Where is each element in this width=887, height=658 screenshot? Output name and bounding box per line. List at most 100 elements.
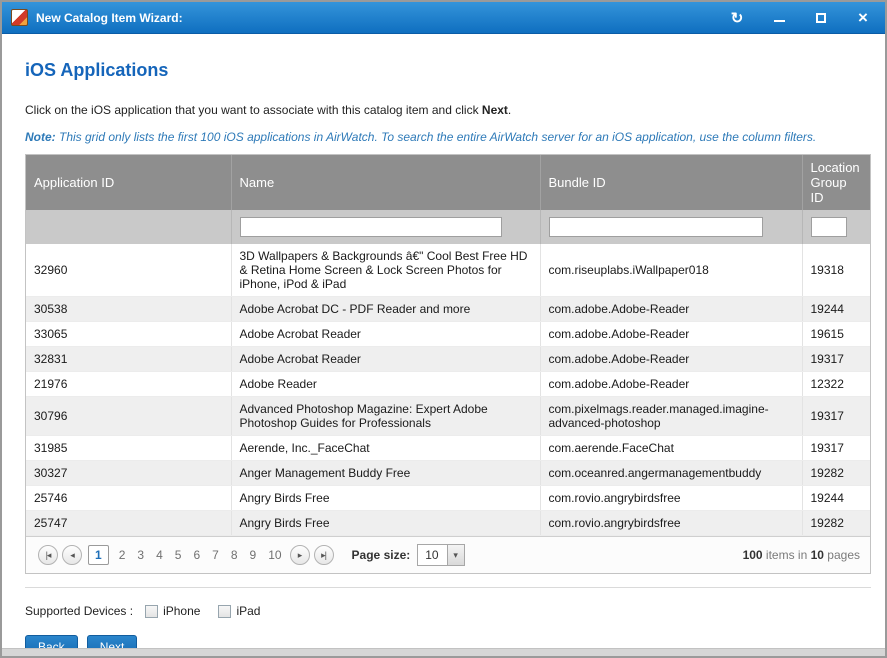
wizard-window: New Catalog Item Wizard: ↻ × iOS Applica… bbox=[0, 0, 887, 658]
iphone-label: iPhone bbox=[163, 604, 200, 618]
table-row[interactable]: 25747 Angry Birds Free com.rovio.angrybi… bbox=[26, 511, 870, 536]
page-title: iOS Applications bbox=[25, 60, 871, 81]
ipad-option: iPad bbox=[218, 604, 260, 618]
table-row[interactable]: 30796 Advanced Photoshop Magazine: Exper… bbox=[26, 397, 870, 436]
name-filter-input[interactable] bbox=[240, 217, 502, 237]
cell-application-id: 25746 bbox=[26, 486, 231, 511]
column-header-application-id[interactable]: Application ID bbox=[26, 155, 231, 210]
cell-application-id: 33065 bbox=[26, 322, 231, 347]
ipad-label: iPad bbox=[236, 604, 260, 618]
page-number-2[interactable]: 2 bbox=[119, 548, 126, 562]
back-button[interactable]: Back bbox=[25, 635, 78, 648]
cell-location-group-id: 19317 bbox=[802, 397, 870, 436]
refresh-icon[interactable]: ↻ bbox=[729, 10, 745, 26]
cell-name: Aerende, Inc._FaceChat bbox=[231, 436, 540, 461]
cell-location-group-id: 12322 bbox=[802, 372, 870, 397]
cell-bundle-id: com.adobe.Adobe-Reader bbox=[540, 322, 802, 347]
column-header-bundle-id[interactable]: Bundle ID bbox=[540, 155, 802, 210]
page-number-9[interactable]: 9 bbox=[250, 548, 257, 562]
next-button[interactable]: Next bbox=[87, 635, 138, 648]
pager: |◂ ◂ 1 2 3 4 5 6 7 8 9 10 ▸ ▸| Page size… bbox=[26, 536, 870, 573]
window-title: New Catalog Item Wizard: bbox=[36, 11, 183, 25]
cell-bundle-id: com.rovio.angrybirdsfree bbox=[540, 511, 802, 536]
page-number-4[interactable]: 4 bbox=[156, 548, 163, 562]
table-row[interactable]: 32960 3D Wallpapers & Backgrounds â€" Co… bbox=[26, 244, 870, 297]
next-page-icon[interactable]: ▸ bbox=[290, 545, 310, 565]
ipad-checkbox[interactable] bbox=[218, 605, 231, 618]
footer-divider bbox=[25, 587, 871, 588]
cell-bundle-id: com.pixelmags.reader.managed.imagine-adv… bbox=[540, 397, 802, 436]
cell-application-id: 32960 bbox=[26, 244, 231, 297]
cell-name: Adobe Acrobat Reader bbox=[231, 322, 540, 347]
cell-name: Angry Birds Free bbox=[231, 511, 540, 536]
location-group-filter-input[interactable] bbox=[811, 217, 847, 237]
table-row[interactable]: 33065 Adobe Acrobat Reader com.adobe.Ado… bbox=[26, 322, 870, 347]
cell-bundle-id: com.riseuplabs.iWallpaper018 bbox=[540, 244, 802, 297]
iphone-checkbox[interactable] bbox=[145, 605, 158, 618]
pager-summary: 100 items in 10 pages bbox=[743, 548, 860, 562]
page-number-7[interactable]: 7 bbox=[212, 548, 219, 562]
table-row[interactable]: 21976 Adobe Reader com.adobe.Adobe-Reade… bbox=[26, 372, 870, 397]
iphone-option: iPhone bbox=[145, 604, 200, 618]
cell-name: Angry Birds Free bbox=[231, 486, 540, 511]
close-icon[interactable]: × bbox=[855, 10, 871, 26]
table-row[interactable]: 25746 Angry Birds Free com.rovio.angrybi… bbox=[26, 486, 870, 511]
grid-header-row: Application ID Name Bundle ID Location G… bbox=[26, 155, 870, 210]
cell-location-group-id: 19244 bbox=[802, 486, 870, 511]
bundle-id-filter-input[interactable] bbox=[549, 217, 763, 237]
filter-cell-application-id bbox=[26, 210, 231, 244]
cell-application-id: 25747 bbox=[26, 511, 231, 536]
cell-bundle-id: com.adobe.Adobe-Reader bbox=[540, 372, 802, 397]
table-row[interactable]: 30327 Anger Management Buddy Free com.oc… bbox=[26, 461, 870, 486]
cell-location-group-id: 19318 bbox=[802, 244, 870, 297]
cell-application-id: 30796 bbox=[26, 397, 231, 436]
supported-devices-label: Supported Devices : bbox=[25, 604, 133, 618]
wizard-buttons: Back Next bbox=[25, 635, 871, 648]
cell-name: Advanced Photoshop Magazine: Expert Adob… bbox=[231, 397, 540, 436]
cell-bundle-id: com.adobe.Adobe-Reader bbox=[540, 347, 802, 372]
prev-page-icon[interactable]: ◂ bbox=[62, 545, 82, 565]
window-controls: ↻ × bbox=[729, 10, 871, 26]
cell-location-group-id: 19244 bbox=[802, 297, 870, 322]
chevron-down-icon[interactable]: ▾ bbox=[447, 545, 464, 565]
cell-location-group-id: 19615 bbox=[802, 322, 870, 347]
page-number-3[interactable]: 3 bbox=[137, 548, 144, 562]
page-number-5[interactable]: 5 bbox=[175, 548, 182, 562]
cell-bundle-id: com.oceanred.angermanagementbuddy bbox=[540, 461, 802, 486]
cell-application-id: 32831 bbox=[26, 347, 231, 372]
cell-application-id: 30327 bbox=[26, 461, 231, 486]
minimize-icon[interactable] bbox=[771, 10, 787, 26]
page-number-6[interactable]: 6 bbox=[193, 548, 200, 562]
grid-filter-row bbox=[26, 210, 870, 244]
cell-name: Adobe Acrobat Reader bbox=[231, 347, 540, 372]
page-number-8[interactable]: 8 bbox=[231, 548, 238, 562]
last-page-icon[interactable]: ▸| bbox=[314, 545, 334, 565]
app-icon bbox=[11, 9, 28, 26]
cell-name: Adobe Acrobat DC - PDF Reader and more bbox=[231, 297, 540, 322]
first-page-icon[interactable]: |◂ bbox=[38, 545, 58, 565]
cell-bundle-id: com.aerende.FaceChat bbox=[540, 436, 802, 461]
supported-devices-row: Supported Devices : iPhone iPad bbox=[25, 604, 871, 618]
cell-bundle-id: com.rovio.angrybirdsfree bbox=[540, 486, 802, 511]
cell-name: Adobe Reader bbox=[231, 372, 540, 397]
window-bottom-edge bbox=[2, 648, 885, 656]
table-row[interactable]: 32831 Adobe Acrobat Reader com.adobe.Ado… bbox=[26, 347, 870, 372]
column-header-name[interactable]: Name bbox=[231, 155, 540, 210]
page-size-label: Page size: bbox=[352, 548, 411, 562]
page-number-10[interactable]: 10 bbox=[268, 548, 281, 562]
cell-location-group-id: 19282 bbox=[802, 461, 870, 486]
note-text: Note: This grid only lists the first 100… bbox=[25, 130, 871, 144]
cell-application-id: 21976 bbox=[26, 372, 231, 397]
cell-location-group-id: 19317 bbox=[802, 436, 870, 461]
table-row[interactable]: 31985 Aerende, Inc._FaceChat com.aerende… bbox=[26, 436, 870, 461]
instruction-text: Click on the iOS application that you wa… bbox=[25, 103, 871, 117]
cell-location-group-id: 19282 bbox=[802, 511, 870, 536]
maximize-icon[interactable] bbox=[813, 10, 829, 26]
titlebar: New Catalog Item Wizard: ↻ × bbox=[2, 2, 885, 34]
page-size-value: 10 bbox=[418, 548, 446, 562]
applications-grid: Application ID Name Bundle ID Location G… bbox=[25, 154, 871, 574]
table-row[interactable]: 30538 Adobe Acrobat DC - PDF Reader and … bbox=[26, 297, 870, 322]
column-header-location-group-id[interactable]: Location Group ID bbox=[802, 155, 870, 210]
page-size-dropdown[interactable]: 10 ▾ bbox=[417, 544, 464, 566]
page-number-1[interactable]: 1 bbox=[88, 545, 109, 565]
